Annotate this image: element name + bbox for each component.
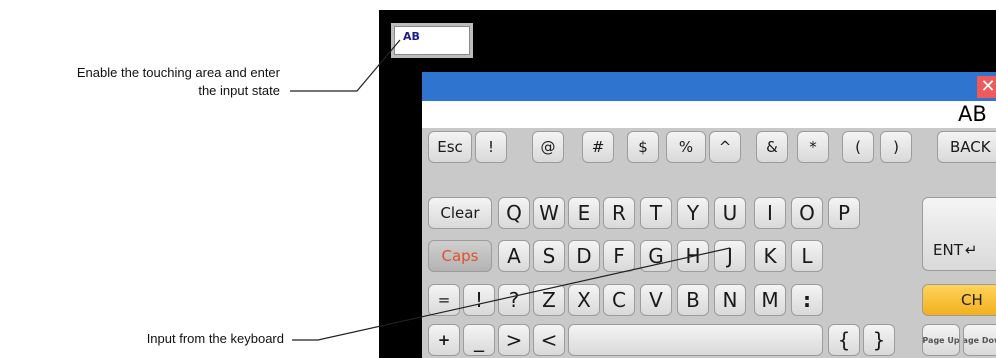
key-enter[interactable]: ENT ↵ bbox=[922, 197, 996, 271]
callout-touch-area: Enable the touching area and enter the i… bbox=[0, 64, 280, 100]
key-less-than[interactable]: < bbox=[533, 324, 565, 356]
input-field[interactable]: AB bbox=[391, 23, 473, 58]
key-percent[interactable]: % bbox=[666, 131, 706, 163]
key-page-down[interactable]: Page Down bbox=[963, 324, 996, 356]
input-field-value: AB bbox=[394, 26, 470, 55]
key-open-paren[interactable]: ( bbox=[842, 131, 874, 163]
key-d[interactable]: D bbox=[568, 240, 600, 272]
key-t[interactable]: T bbox=[640, 197, 672, 229]
key-greater-than[interactable]: > bbox=[498, 324, 530, 356]
key-b[interactable]: B bbox=[677, 284, 709, 316]
key-asterisk[interactable]: * bbox=[797, 131, 829, 163]
key-h[interactable]: H bbox=[677, 240, 709, 272]
key-q[interactable]: Q bbox=[498, 197, 530, 229]
key-w[interactable]: W bbox=[533, 197, 565, 229]
key-plus[interactable]: + bbox=[428, 324, 460, 356]
key-j[interactable]: J bbox=[714, 240, 746, 272]
key-backspace[interactable]: BACK bbox=[937, 131, 996, 163]
key-caps[interactable]: Caps bbox=[428, 240, 492, 272]
key-l[interactable]: L bbox=[791, 240, 823, 272]
hmi-screen: AB ✕ AB Esc ! @ # $ % ^ & * ( ) BACK Cle… bbox=[379, 10, 996, 358]
key-s[interactable]: S bbox=[533, 240, 565, 272]
key-esc[interactable]: Esc bbox=[428, 131, 472, 163]
key-close-brace[interactable]: } bbox=[863, 324, 895, 356]
key-o[interactable]: O bbox=[791, 197, 823, 229]
key-c[interactable]: C bbox=[603, 284, 635, 316]
return-arrow-icon: ↵ bbox=[964, 241, 978, 259]
key-f[interactable]: F bbox=[603, 240, 635, 272]
key-g[interactable]: G bbox=[640, 240, 672, 272]
key-z[interactable]: Z bbox=[533, 284, 565, 316]
key-e[interactable]: E bbox=[568, 197, 600, 229]
callout-keyboard-input: Input from the keyboard bbox=[146, 331, 284, 346]
key-r[interactable]: R bbox=[603, 197, 635, 229]
key-close-paren[interactable]: ) bbox=[880, 131, 912, 163]
key-space[interactable] bbox=[568, 324, 823, 356]
key-at[interactable]: @ bbox=[532, 131, 564, 163]
key-question[interactable]: ? bbox=[498, 284, 530, 316]
key-y[interactable]: Y bbox=[677, 197, 709, 229]
key-colon[interactable]: : bbox=[791, 284, 823, 316]
key-ch[interactable]: CH bbox=[922, 284, 996, 316]
key-equals[interactable]: = bbox=[428, 284, 460, 316]
key-dollar[interactable]: $ bbox=[627, 131, 659, 163]
key-caret[interactable]: ^ bbox=[709, 131, 741, 163]
key-ampersand[interactable]: & bbox=[756, 131, 788, 163]
key-enter-label: ENT bbox=[933, 241, 963, 259]
key-u[interactable]: U bbox=[714, 197, 746, 229]
key-k[interactable]: K bbox=[754, 240, 786, 272]
key-clear[interactable]: Clear bbox=[428, 197, 492, 229]
keyboard-titlebar bbox=[422, 72, 996, 101]
key-p[interactable]: P bbox=[828, 197, 860, 229]
key-underscore[interactable]: _ bbox=[463, 324, 495, 356]
keyboard-display-value: AB bbox=[958, 102, 987, 126]
key-i[interactable]: I bbox=[754, 197, 786, 229]
callout-touch-line2: the input state bbox=[198, 83, 280, 98]
key-v[interactable]: V bbox=[640, 284, 672, 316]
keyboard-display: AB bbox=[422, 101, 996, 128]
close-button[interactable]: ✕ bbox=[977, 76, 996, 98]
callout-touch-line1: Enable the touching area and enter bbox=[76, 65, 280, 80]
on-screen-keyboard: ✕ AB Esc ! @ # $ % ^ & * ( ) BACK Clear … bbox=[422, 72, 996, 358]
key-x[interactable]: X bbox=[568, 284, 600, 316]
key-hash[interactable]: # bbox=[582, 131, 614, 163]
key-page-up[interactable]: Page Up bbox=[922, 324, 960, 356]
key-m[interactable]: M bbox=[754, 284, 786, 316]
key-exclamation[interactable]: ! bbox=[475, 131, 507, 163]
key-open-brace[interactable]: { bbox=[828, 324, 860, 356]
key-n[interactable]: N bbox=[714, 284, 746, 316]
key-exclamation-2[interactable]: ! bbox=[463, 284, 495, 316]
key-a[interactable]: A bbox=[498, 240, 530, 272]
